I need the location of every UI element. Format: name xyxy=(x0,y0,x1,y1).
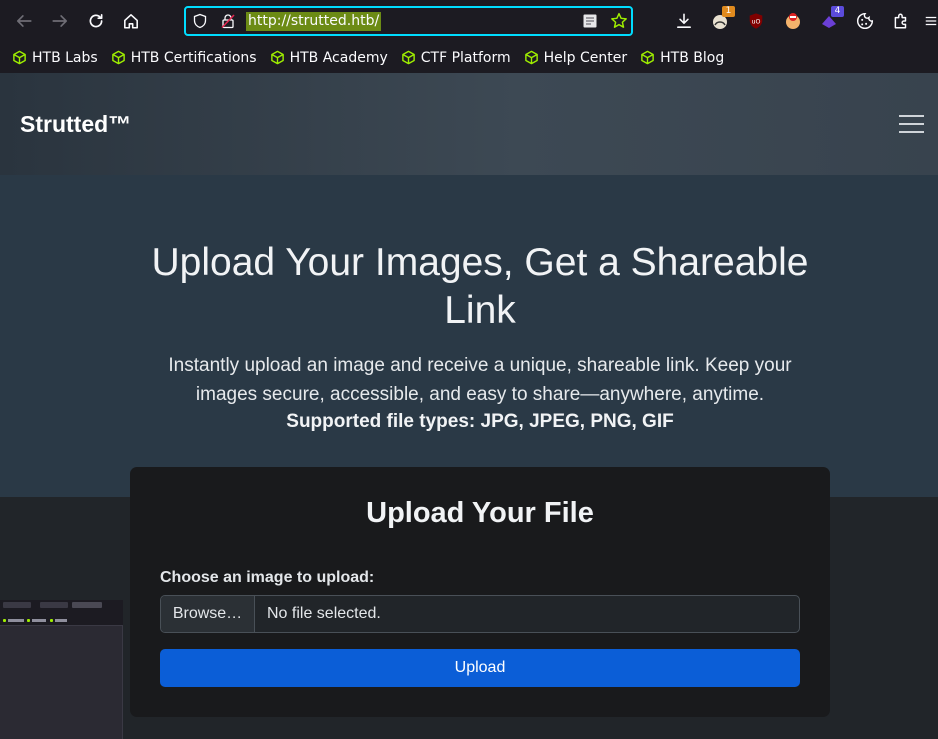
hero-section: Upload Your Images, Get a Shareable Link… xyxy=(0,175,938,497)
bookmark-help-center[interactable]: Help Center xyxy=(524,49,628,66)
url-text[interactable]: http://strutted.htb/ xyxy=(246,12,382,31)
back-button[interactable] xyxy=(10,7,38,35)
thumbnail-bookmark-icon xyxy=(3,619,6,622)
hamburger-bar xyxy=(899,123,924,125)
extension-badge-2: 4 xyxy=(831,6,844,17)
htb-cube-icon xyxy=(270,50,284,65)
shield-icon[interactable] xyxy=(192,13,208,29)
supported-file-types: Supported file types: JPG, JPEG, PNG, GI… xyxy=(286,411,674,432)
bookmarks-bar: HTB Labs HTB Certifications HTB Academy … xyxy=(0,42,938,73)
hero-subtitle: Instantly upload an image and receive a … xyxy=(168,355,792,405)
downloads-button[interactable] xyxy=(670,7,698,35)
bookmark-htb-labs[interactable]: HTB Labs xyxy=(12,50,98,66)
cookie-extension-button[interactable] xyxy=(851,7,879,35)
bookmark-label: HTB Blog xyxy=(660,49,725,66)
htb-cube-icon xyxy=(641,50,654,65)
bookmark-ctf-platform[interactable]: CTF Platform xyxy=(401,50,511,66)
htb-cube-icon xyxy=(13,50,26,65)
star-icon[interactable] xyxy=(610,12,628,30)
file-input[interactable]: Browse… No file selected. xyxy=(160,595,800,633)
bookmark-label: HTB Labs xyxy=(32,49,98,66)
app-menu-button[interactable] xyxy=(924,7,938,35)
download-icon xyxy=(677,13,691,28)
home-button[interactable] xyxy=(117,7,145,35)
thumbnail-tab-strip xyxy=(0,600,123,610)
ublock-button[interactable]: uO xyxy=(745,10,767,32)
extension-badge-1: 1 xyxy=(722,6,735,17)
browse-button[interactable]: Browse… xyxy=(161,596,255,632)
upload-card: Upload Your File Choose an image to uplo… xyxy=(130,467,830,717)
thumbnail-bookmark-text xyxy=(32,619,46,622)
svg-text:uO: uO xyxy=(752,19,761,26)
url-bar[interactable]: http://strutted.htb/ xyxy=(184,6,633,36)
cookie-icon xyxy=(856,12,874,30)
reload-button[interactable] xyxy=(82,7,110,35)
upload-button[interactable]: Upload xyxy=(160,649,800,687)
web-page: Strutted™ Upload Your Images, Get a Shar… xyxy=(0,73,938,739)
hero-title: Upload Your Images, Get a Shareable Link xyxy=(151,241,809,332)
thumbnail-tab xyxy=(3,602,31,608)
reader-view-icon[interactable] xyxy=(582,13,598,29)
hamburger-menu-icon xyxy=(925,16,937,26)
site-brand[interactable]: Strutted™ xyxy=(20,111,131,138)
insecure-lock-icon[interactable] xyxy=(220,13,236,29)
bookmark-label: HTB Academy xyxy=(289,49,388,66)
browser-toolbar: http://strutted.htb/ 1 uO 4 xyxy=(0,0,938,42)
ublock-icon: uO xyxy=(749,13,763,29)
screenshot-thumbnail[interactable] xyxy=(0,600,123,739)
forward-button[interactable] xyxy=(46,7,74,35)
htb-cube-icon xyxy=(401,50,415,65)
thumbnail-bookmark-text xyxy=(8,619,24,622)
navbar-toggle-button[interactable] xyxy=(899,113,925,135)
arrow-right-icon xyxy=(52,15,68,27)
bookmark-htb-blog[interactable]: HTB Blog xyxy=(640,50,724,66)
thumbnail-bookmarks xyxy=(0,610,123,626)
arrow-left-icon xyxy=(16,15,32,27)
site-navbar: Strutted™ xyxy=(0,73,938,175)
file-input-label: Choose an image to upload: xyxy=(160,569,375,586)
thumbnail-bookmark-text xyxy=(55,619,67,622)
htb-cube-icon xyxy=(111,50,125,65)
bookmark-label: CTF Platform xyxy=(420,49,511,66)
thumbnail-bookmark-icon xyxy=(27,619,30,622)
upload-card-title: Upload Your File xyxy=(366,497,594,529)
extension-button-4[interactable]: 4 xyxy=(818,6,844,32)
reload-icon xyxy=(89,13,103,28)
hamburger-bar xyxy=(899,131,924,133)
htb-cube-icon xyxy=(524,50,538,65)
thumbnail-bookmark-icon xyxy=(50,619,53,622)
extension-button-1[interactable]: 1 xyxy=(709,6,735,32)
bookmark-label: Help Center xyxy=(543,49,628,66)
thumbnail-tab xyxy=(72,602,102,608)
extension-button-3[interactable] xyxy=(782,10,804,32)
bookmark-htb-academy[interactable]: HTB Academy xyxy=(270,50,388,66)
hamburger-bar xyxy=(899,115,924,117)
extensions-button[interactable] xyxy=(887,7,915,35)
file-status: No file selected. xyxy=(267,605,381,622)
thumbnail-tab xyxy=(40,602,68,608)
puzzle-icon xyxy=(894,13,907,29)
bookmark-label: HTB Certifications xyxy=(130,49,257,66)
extension-icon xyxy=(786,13,800,29)
bookmark-htb-certifications[interactable]: HTB Certifications xyxy=(111,50,257,66)
home-icon xyxy=(124,14,138,29)
